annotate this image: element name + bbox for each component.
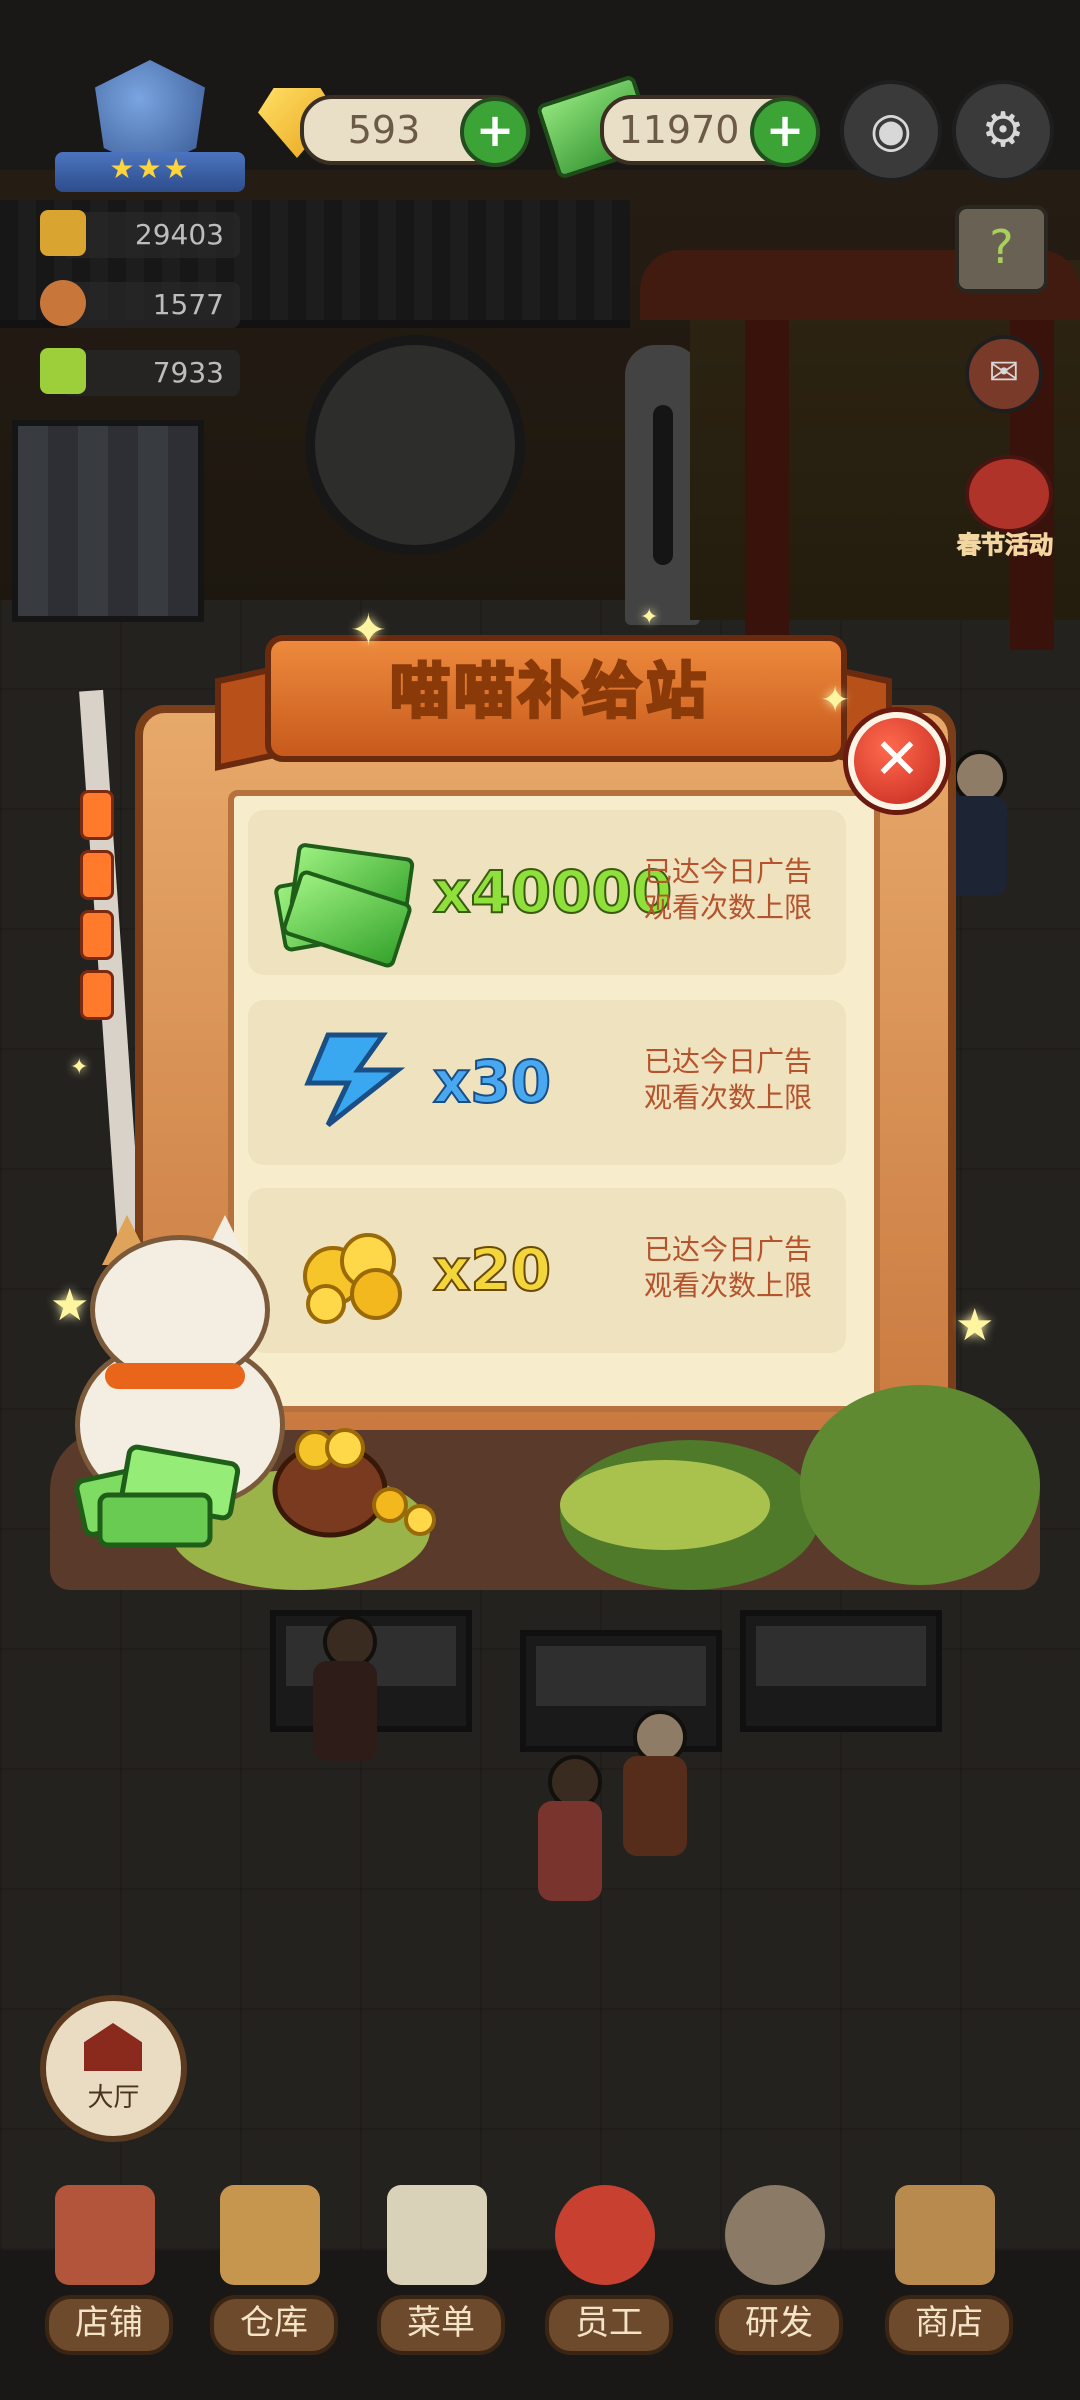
close-icon: ✕	[873, 727, 921, 792]
house-icon	[84, 2023, 142, 2071]
ad-limit-status: 已达今日广告 观看次数上限	[643, 1045, 812, 1114]
question-book-icon: ?	[989, 220, 1014, 274]
cash-pile-icon	[74, 1444, 241, 1548]
sparkle-icon: ★	[955, 1300, 995, 1351]
spring-festival-event-button[interactable]: 春节活动	[945, 455, 1065, 565]
cash-stack-icon	[272, 835, 416, 970]
nav-menu[interactable]: 菜单	[362, 2185, 512, 2355]
bell-icon	[40, 280, 86, 326]
shop-stall-icon	[895, 2185, 995, 2285]
close-button[interactable]: ✕	[848, 712, 946, 810]
cash-counter[interactable]: 11970 +	[600, 95, 820, 167]
hall-button[interactable]: 大厅	[40, 1995, 187, 2142]
gear-icon: ⚙	[981, 102, 1025, 158]
gem-counter[interactable]: 593 +	[300, 95, 530, 167]
settings-button[interactable]: ⚙	[952, 80, 1054, 182]
pot-icon	[40, 210, 86, 256]
cooking-pot-icon	[725, 2185, 825, 2285]
mail-button[interactable]: ✉	[965, 335, 1043, 413]
lantern-icon	[80, 790, 114, 840]
event-label: 春节活动	[957, 531, 1054, 560]
nav-label: 菜单	[377, 2295, 505, 2355]
nav-label: 员工	[545, 2295, 673, 2355]
crate-icon	[220, 2185, 320, 2285]
storefront-icon	[55, 2185, 155, 2285]
ad-limit-status: 已达今日广告 观看次数上限	[643, 1233, 812, 1302]
reward-quantity: x30	[432, 1047, 552, 1117]
nav-label: 研发	[715, 2295, 843, 2355]
stat-popularity[interactable]: 29403	[62, 212, 240, 258]
nav-staff[interactable]: 员工	[530, 2185, 680, 2355]
sparkle-icon: ★	[50, 1280, 90, 1331]
nav-label: 商店	[885, 2295, 1013, 2355]
ad-limit-status: 已达今日广告 观看次数上限	[643, 855, 812, 924]
lantern-icon	[80, 850, 114, 900]
sparkle-icon: ✦	[640, 605, 659, 630]
camera-button[interactable]: ◉	[840, 80, 942, 182]
nav-label: 仓库	[210, 2295, 338, 2355]
camera-icon: ◉	[870, 102, 912, 158]
ticket-icon	[40, 348, 86, 394]
gold-nuggets-icon	[303, 1233, 402, 1324]
nav-shop[interactable]: 商店	[870, 2185, 1020, 2355]
star-rating-icon: ★★★	[109, 152, 191, 185]
nav-research[interactable]: 研发	[700, 2185, 850, 2355]
reward-row-cash[interactable]: x40000 已达今日广告 观看次数上限	[248, 810, 846, 975]
reward-quantity: x20	[432, 1235, 552, 1305]
stat-income[interactable]: 7933	[62, 350, 240, 396]
staff-icon	[555, 2185, 655, 2285]
lion-dance-icon	[965, 455, 1053, 533]
hall-label: 大厅	[87, 2083, 140, 2113]
clipboard-icon	[387, 2185, 487, 2285]
add-cash-button[interactable]: +	[750, 97, 820, 167]
lantern-icon	[80, 970, 114, 1020]
bush	[800, 1385, 1040, 1585]
nav-label: 店铺	[45, 2295, 173, 2355]
nav-store[interactable]: 店铺	[30, 2185, 180, 2355]
bush	[560, 1460, 770, 1550]
reward-row-gold[interactable]: x20 已达今日广告 观看次数上限	[248, 1188, 846, 1353]
sparkle-icon: ✦	[350, 605, 387, 656]
gem-count: 593	[347, 108, 421, 152]
add-gems-button[interactable]: +	[460, 97, 530, 167]
lightning-icon	[304, 1032, 406, 1127]
stat-service[interactable]: 1577	[62, 282, 240, 328]
restaurant-level-badge[interactable]: ★★★	[55, 60, 245, 192]
gold-sack-icon	[272, 1428, 436, 1538]
reward-row-energy[interactable]: x30 已达今日广告 观看次数上限	[248, 1000, 846, 1165]
nav-warehouse[interactable]: 仓库	[195, 2185, 345, 2355]
letter-icon: ✉	[988, 352, 1020, 393]
lantern-icon	[80, 910, 114, 960]
help-book-button[interactable]: ?	[955, 205, 1048, 293]
sparkle-icon: ✦	[820, 680, 851, 721]
cash-count: 11970	[618, 108, 740, 152]
sparkle-icon: ✦	[70, 1055, 89, 1080]
